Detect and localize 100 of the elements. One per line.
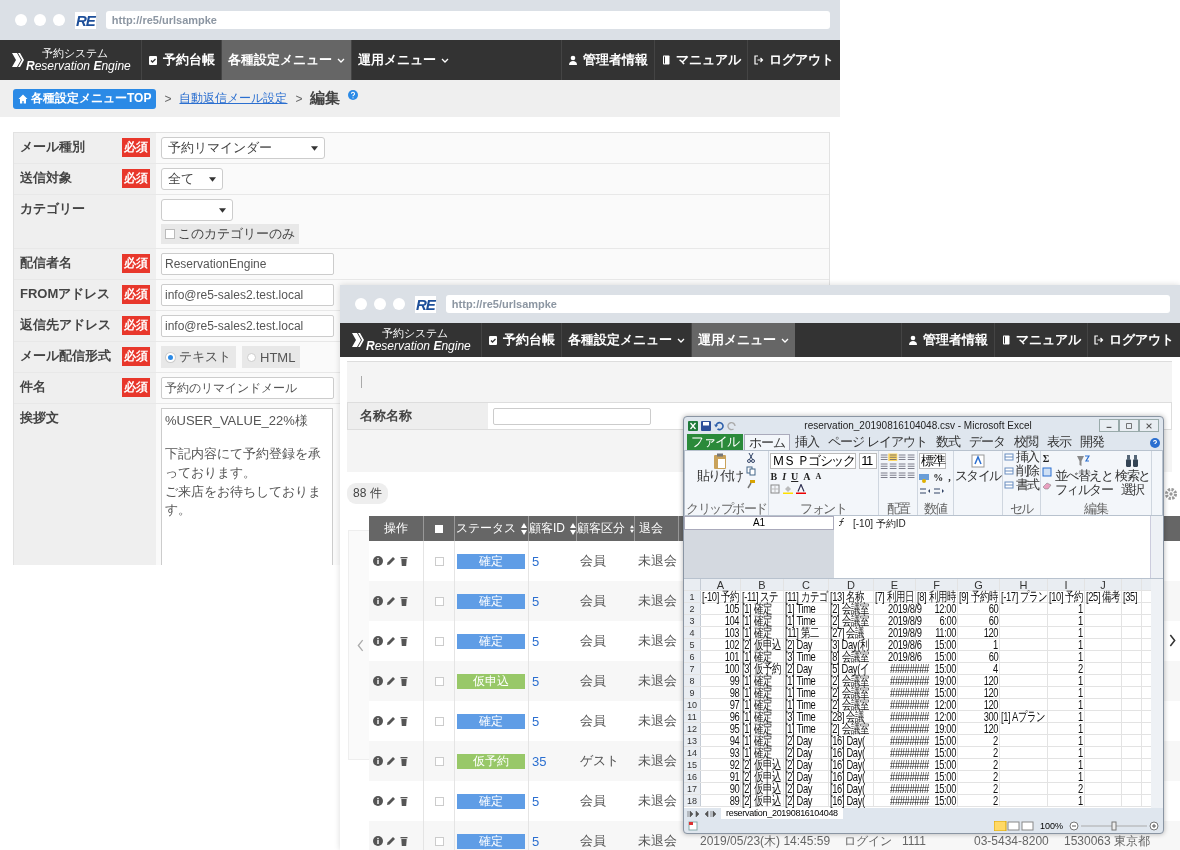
edit-icon[interactable] [386,756,396,766]
info-icon[interactable] [373,676,383,686]
ribbon-tab[interactable]: 挿入 [791,434,823,450]
cells-command-button[interactable]: 書式 [1003,478,1039,492]
font-name-dropdown[interactable]: ＭＳ Ｐゴシック [769,453,857,469]
info-icon[interactable] [373,636,383,646]
row-checkbox[interactable] [434,796,444,806]
find-select-button[interactable]: 検索と 選択 [1115,453,1150,498]
formula-bar[interactable]: [-10] 予約ID [850,516,1150,578]
fill-color-icon[interactable] [782,484,793,494]
trash-icon[interactable] [399,596,409,606]
trash-icon[interactable] [399,556,409,566]
dropdown[interactable]: 全て [161,168,223,190]
number-style-button[interactable]: , [947,472,952,483]
text-field[interactable]: 予約のリマインドメール [161,377,334,399]
ribbon-tab[interactable]: ページ レイアウト [824,434,931,450]
font-style-button[interactable]: I [781,471,788,482]
fill-icon[interactable] [1041,467,1052,477]
name-search-field[interactable] [493,407,651,425]
help-icon[interactable] [348,90,359,100]
row-checkbox[interactable] [434,716,444,726]
info-icon[interactable] [373,596,383,606]
edit-icon[interactable] [386,836,396,846]
paste-button[interactable]: 貼り付け [696,453,743,484]
close-button[interactable] [1139,419,1159,432]
paintbrush-icon[interactable] [745,479,756,489]
trash-icon[interactable] [399,836,409,846]
decimal-buttons-drawing[interactable] [919,486,946,496]
styles-button[interactable]: スタイル [954,453,1001,484]
row-checkbox[interactable] [434,596,444,606]
ribbon-tab[interactable]: 数式 [931,434,964,450]
font-size-dropdown[interactable]: 11 [859,453,878,469]
alignment-buttons-drawing[interactable] [880,453,917,481]
help-icon[interactable] [1150,438,1160,448]
zoom-slider[interactable] [1069,821,1159,831]
text-field[interactable]: ReservationEngine [161,253,334,275]
font-style-button[interactable]: U [790,471,800,482]
font-color-icon[interactable] [795,484,806,494]
maximize-button[interactable] [1119,419,1139,432]
autosum-button[interactable]: Σ [1041,453,1051,464]
scrollbar[interactable] [1150,516,1163,578]
info-icon[interactable] [373,716,383,726]
edit-icon[interactable] [386,636,396,646]
row-checkbox[interactable] [434,836,444,846]
row-checkbox[interactable] [434,636,444,646]
text-field[interactable]: info@re5-sales2.test.local [161,315,334,337]
name-box[interactable]: A1 [684,516,834,530]
copy-icon[interactable] [745,466,756,476]
format-radio-option[interactable]: HTML [242,346,301,368]
ribbon-tab[interactable]: 校閲 [1009,434,1042,450]
cells-command-button[interactable]: 挿入 [1003,450,1039,464]
next-page-button[interactable] [1169,634,1176,647]
number-style-button[interactable]: % [932,472,945,483]
font-style-button[interactable]: A [814,472,823,481]
font-style-button[interactable]: B [769,471,779,482]
ribbon-tab[interactable]: ファイル [687,434,743,450]
sheet-tab[interactable]: reservation_20190816104048 [721,808,843,819]
info-icon[interactable] [373,756,383,766]
save-icon[interactable] [701,420,711,431]
ribbon-tab[interactable]: 開発 [1075,434,1108,450]
cells-command-button[interactable]: 削除 [1003,464,1039,478]
info-icon[interactable] [373,556,383,566]
edit-icon[interactable] [386,796,396,806]
sort-filter-button[interactable]: 並べ替えと フィルター [1054,453,1113,498]
spreadsheet-app-icon[interactable] [688,420,698,431]
scissors-icon[interactable] [745,453,756,463]
format-radio-option[interactable]: テキスト [161,346,236,368]
nav-menu-item[interactable]: 各種設定メニュー [220,40,351,80]
edit-icon[interactable] [386,556,396,566]
ribbon-tab[interactable]: ホーム [744,434,790,450]
edit-icon[interactable] [386,676,396,686]
currency-icon[interactable] [919,472,930,483]
row-checkbox[interactable] [434,676,444,686]
trash-icon[interactable] [399,756,409,766]
settings-top-button[interactable]: 各種設定メニューTOP [13,88,157,109]
function-icon[interactable] [837,517,847,527]
edit-icon[interactable] [386,716,396,726]
category-only-checkbox[interactable]: このカテゴリーのみ [161,224,299,244]
text-field[interactable]: info@re5-sales2.test.local [161,284,334,306]
radio-button[interactable] [247,352,256,362]
trash-icon[interactable] [399,716,409,726]
trash-icon[interactable] [399,636,409,646]
undo-icon[interactable] [714,420,724,431]
ribbon-tab[interactable]: データ [964,434,1009,450]
number-format-dropdown[interactable]: 標準 [919,453,947,469]
font-style-button[interactable]: A [802,471,812,482]
select-all-checkbox[interactable] [435,524,443,533]
breadcrumb-link[interactable]: 自動返信メール設定 [179,90,288,107]
row-checkbox[interactable] [434,756,444,766]
row-checkbox[interactable] [434,556,444,566]
checkbox[interactable] [165,229,175,239]
settings-icon[interactable] [1164,486,1178,501]
info-icon[interactable] [373,796,383,806]
dropdown[interactable]: 予約リマインダー [161,137,325,159]
info-icon[interactable] [373,836,383,846]
greeting-textarea[interactable]: %USER_VALUE_22%様 下記内容にて予約登録を承っております。 ご来店をお待ちしております。 [161,408,333,565]
macro-record-icon[interactable] [688,821,698,831]
trash-icon[interactable] [399,796,409,806]
ribbon-tab[interactable]: 表示 [1042,434,1075,450]
sheet-navigation-icon[interactable] [687,809,717,818]
